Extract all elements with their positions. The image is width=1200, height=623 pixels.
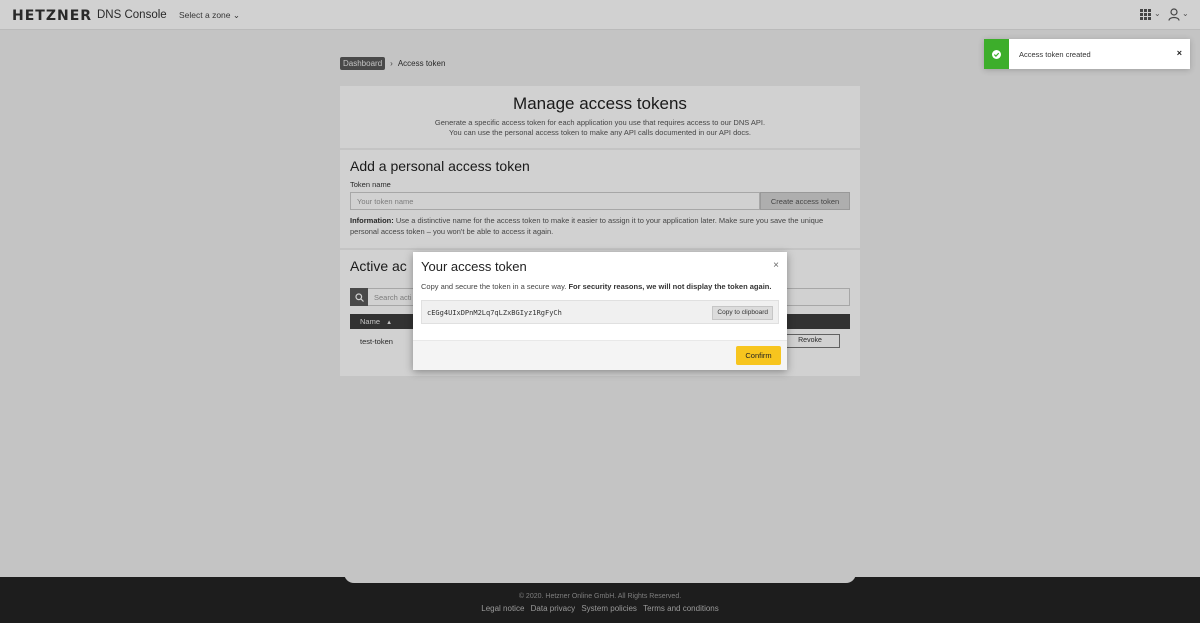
confirm-button[interactable]: Confirm: [736, 346, 781, 365]
success-toast: Access token created ×: [984, 39, 1190, 69]
modal-desc-plain: Copy and secure the token in a secure wa…: [421, 282, 567, 291]
modal-title: Your access token: [421, 259, 527, 274]
modal-footer: Confirm: [413, 340, 787, 370]
check-circle-icon: [984, 39, 1009, 69]
close-icon[interactable]: ×: [1177, 48, 1182, 58]
token-value[interactable]: cEGg4UIxDPnM2Lq7qLZxBGIyz1RgFyCh: [427, 309, 562, 317]
copy-to-clipboard-button[interactable]: Copy to clipboard: [712, 306, 773, 320]
token-display-box: cEGg4UIxDPnM2Lq7qLZxBGIyz1RgFyCh Copy to…: [421, 300, 779, 324]
modal-desc-bold: For security reasons, we will not displa…: [568, 282, 772, 291]
toast-message: Access token created: [1019, 50, 1091, 59]
access-token-modal: Your access token × Copy and secure the …: [413, 252, 787, 370]
close-icon[interactable]: ×: [773, 260, 779, 271]
modal-description: Copy and secure the token in a secure wa…: [421, 282, 771, 291]
